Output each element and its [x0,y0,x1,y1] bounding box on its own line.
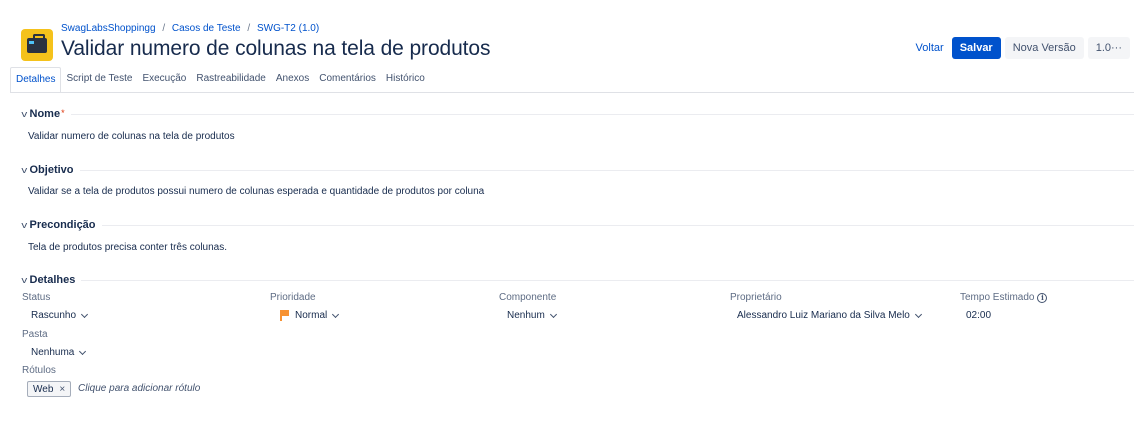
estimated-time-label-wrap: Tempo Estimado i [960,292,1048,303]
chevron-down-icon: v [21,165,28,175]
status-select[interactable]: Rascunho [31,310,89,321]
estimated-time-value[interactable]: 02:00 [966,310,991,321]
chevron-down-icon [332,310,340,318]
tab-test-script[interactable]: Script de Teste [61,67,137,93]
owner-value: Alessandro Luiz Mariano da Silva Melo [737,310,910,321]
section-objective-header[interactable]: v Objetivo [21,164,1134,176]
header-actions: Voltar Salvar Nova Versão 1.0··· [912,37,1130,59]
section-divider [70,113,1134,115]
back-button[interactable]: Voltar [912,38,948,58]
priority-select[interactable]: Normal [280,310,340,321]
save-button[interactable]: Salvar [951,37,1001,59]
page-title: Validar numero de colunas na tela de pro… [61,37,491,60]
add-label-input[interactable]: Clique para adicionar rótulo [78,383,200,394]
section-name-title: Nome [29,108,61,120]
tab-divider [10,92,1134,93]
label-tag-web[interactable]: Web × [27,381,72,397]
tab-execution[interactable]: Execução [137,67,191,93]
section-details-title: Detalhes [29,274,76,286]
estimated-time-label: Tempo Estimado [960,292,1035,303]
status-label: Status [22,292,51,303]
component-label: Componente [499,292,557,303]
precondition-value[interactable]: Tela de produtos precisa conter três col… [28,242,227,253]
project-briefcase-icon[interactable] [21,29,53,61]
section-details-header[interactable]: v Detalhes [21,274,1134,286]
section-precondition-header[interactable]: v Precondição [21,219,1134,231]
label-tag-text: Web [33,383,54,395]
folder-value: Nenhuma [31,347,75,358]
chevron-down-icon: v [21,220,28,230]
chevron-down-icon: v [21,109,28,119]
tab-history[interactable]: Histórico [381,67,430,93]
section-divider [79,169,1134,171]
objective-value[interactable]: Validar se a tela de produtos possui num… [28,186,484,197]
tab-details[interactable]: Detalhes [10,67,62,93]
tab-traceability[interactable]: Rastreabilidade [191,67,271,93]
component-select[interactable]: Nenhum [507,310,557,321]
priority-value: Normal [295,310,328,321]
section-precondition-title: Precondição [29,219,96,231]
version-label: 1.0 [1095,42,1111,54]
chevron-down-icon [549,310,557,318]
flag-icon [280,310,289,321]
section-divider [101,224,1134,226]
version-menu-button[interactable]: 1.0··· [1087,37,1130,59]
priority-label: Prioridade [270,292,316,303]
section-objective-title: Objetivo [29,164,74,176]
component-value: Nenhum [507,310,545,321]
chevron-down-icon: v [21,275,28,285]
name-value[interactable]: Validar numero de colunas na tela de pro… [28,131,235,142]
new-version-button[interactable]: Nova Versão [1004,37,1084,59]
breadcrumb-separator: / [162,23,166,34]
chevron-down-icon [80,310,89,318]
breadcrumb-project-link[interactable]: SwagLabsShoppingg [61,23,156,34]
tab-comments[interactable]: Comentários [314,67,381,93]
section-name-header[interactable]: v Nome * [21,108,1134,120]
remove-label-icon[interactable]: × [59,384,65,395]
owner-label: Proprietário [730,292,782,303]
section-divider [81,279,1134,281]
breadcrumb-separator: / [247,23,251,34]
labels-label: Rótulos [22,365,56,376]
folder-label: Pasta [22,329,48,340]
breadcrumb-item-link[interactable]: SWG-T2 (1.0) [257,23,319,34]
required-marker: * [61,108,65,118]
info-icon[interactable]: i [1037,292,1048,303]
folder-select[interactable]: Nenhuma [31,347,87,358]
tab-bar: Detalhes Script de Teste Execução Rastre… [10,67,430,93]
more-icon: ··· [1111,42,1122,54]
chevron-down-icon [79,347,87,355]
owner-select[interactable]: Alessandro Luiz Mariano da Silva Melo [737,310,922,321]
page-header: SwagLabsShoppingg / Casos de Teste / SWG… [0,0,1134,68]
breadcrumb-folder-link[interactable]: Casos de Teste [172,23,241,34]
status-value: Rascunho [31,310,77,321]
breadcrumb: SwagLabsShoppingg / Casos de Teste / SWG… [61,23,319,34]
tab-attachments[interactable]: Anexos [271,67,314,93]
chevron-down-icon [914,310,922,318]
